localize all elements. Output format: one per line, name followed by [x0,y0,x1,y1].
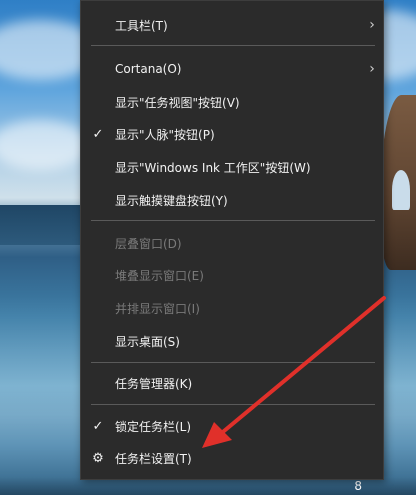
rock-arch [392,170,410,210]
menu-item-label: 显示桌面(S) [115,334,180,349]
chevron-right-icon: › [369,17,375,33]
menu-separator [91,220,375,221]
checkmark-icon: ✓ [92,418,104,434]
menu-item-label: 并排显示窗口(I) [115,301,200,316]
distant-shore [0,205,90,245]
cloud [0,120,90,170]
menu-item-label: 任务栏设置(T) [115,451,192,466]
menu-separator [91,45,375,46]
menu-separator [91,362,375,363]
menu-item-lock-taskbar[interactable]: ✓ 锁定任务栏(L) [81,411,383,441]
menu-item-label: 显示"人脉"按钮(P) [115,127,215,142]
gear-icon: ⚙ [92,450,104,466]
checkmark-icon: ✓ [92,126,104,142]
menu-item-side-by-side-windows: 并排显示窗口(I) [81,293,383,323]
menu-item-task-manager[interactable]: 任务管理器(K) [81,368,383,398]
menu-item-show-touch-keyboard[interactable]: 显示触摸键盘按钮(Y) [81,185,383,215]
menu-item-label: 工具栏(T) [115,18,168,33]
menu-item-show-windows-ink[interactable]: 显示"Windows Ink 工作区"按钮(W) [81,152,383,182]
taskbar-context-menu: 工具栏(T) › Cortana(O) › 显示"任务视图"按钮(V) ✓ 显示… [80,0,384,480]
menu-item-taskbar-settings[interactable]: ⚙ 任务栏设置(T) [81,443,383,473]
menu-item-label: 堆叠显示窗口(E) [115,268,204,283]
menu-item-label: 显示"任务视图"按钮(V) [115,95,240,110]
tray-indicator: 8 [354,479,362,493]
menu-item-label: 层叠窗口(D) [115,236,182,251]
menu-item-cortana[interactable]: Cortana(O) › [81,54,383,84]
menu-item-label: Cortana(O) [115,62,182,76]
menu-item-label: 锁定任务栏(L) [115,419,192,434]
menu-item-toolbars[interactable]: 工具栏(T) › [81,10,383,40]
menu-separator [91,404,375,405]
menu-item-label: 显示触摸键盘按钮(Y) [115,193,228,208]
menu-item-label: 任务管理器(K) [115,376,193,391]
menu-item-stack-windows: 堆叠显示窗口(E) [81,260,383,290]
menu-item-show-desktop[interactable]: 显示桌面(S) [81,326,383,356]
menu-item-show-people[interactable]: ✓ 显示"人脉"按钮(P) [81,119,383,149]
menu-item-label: 显示"Windows Ink 工作区"按钮(W) [115,160,311,175]
chevron-right-icon: › [369,61,375,77]
menu-item-show-task-view[interactable]: 显示"任务视图"按钮(V) [81,87,383,117]
menu-item-cascade-windows: 层叠窗口(D) [81,228,383,258]
